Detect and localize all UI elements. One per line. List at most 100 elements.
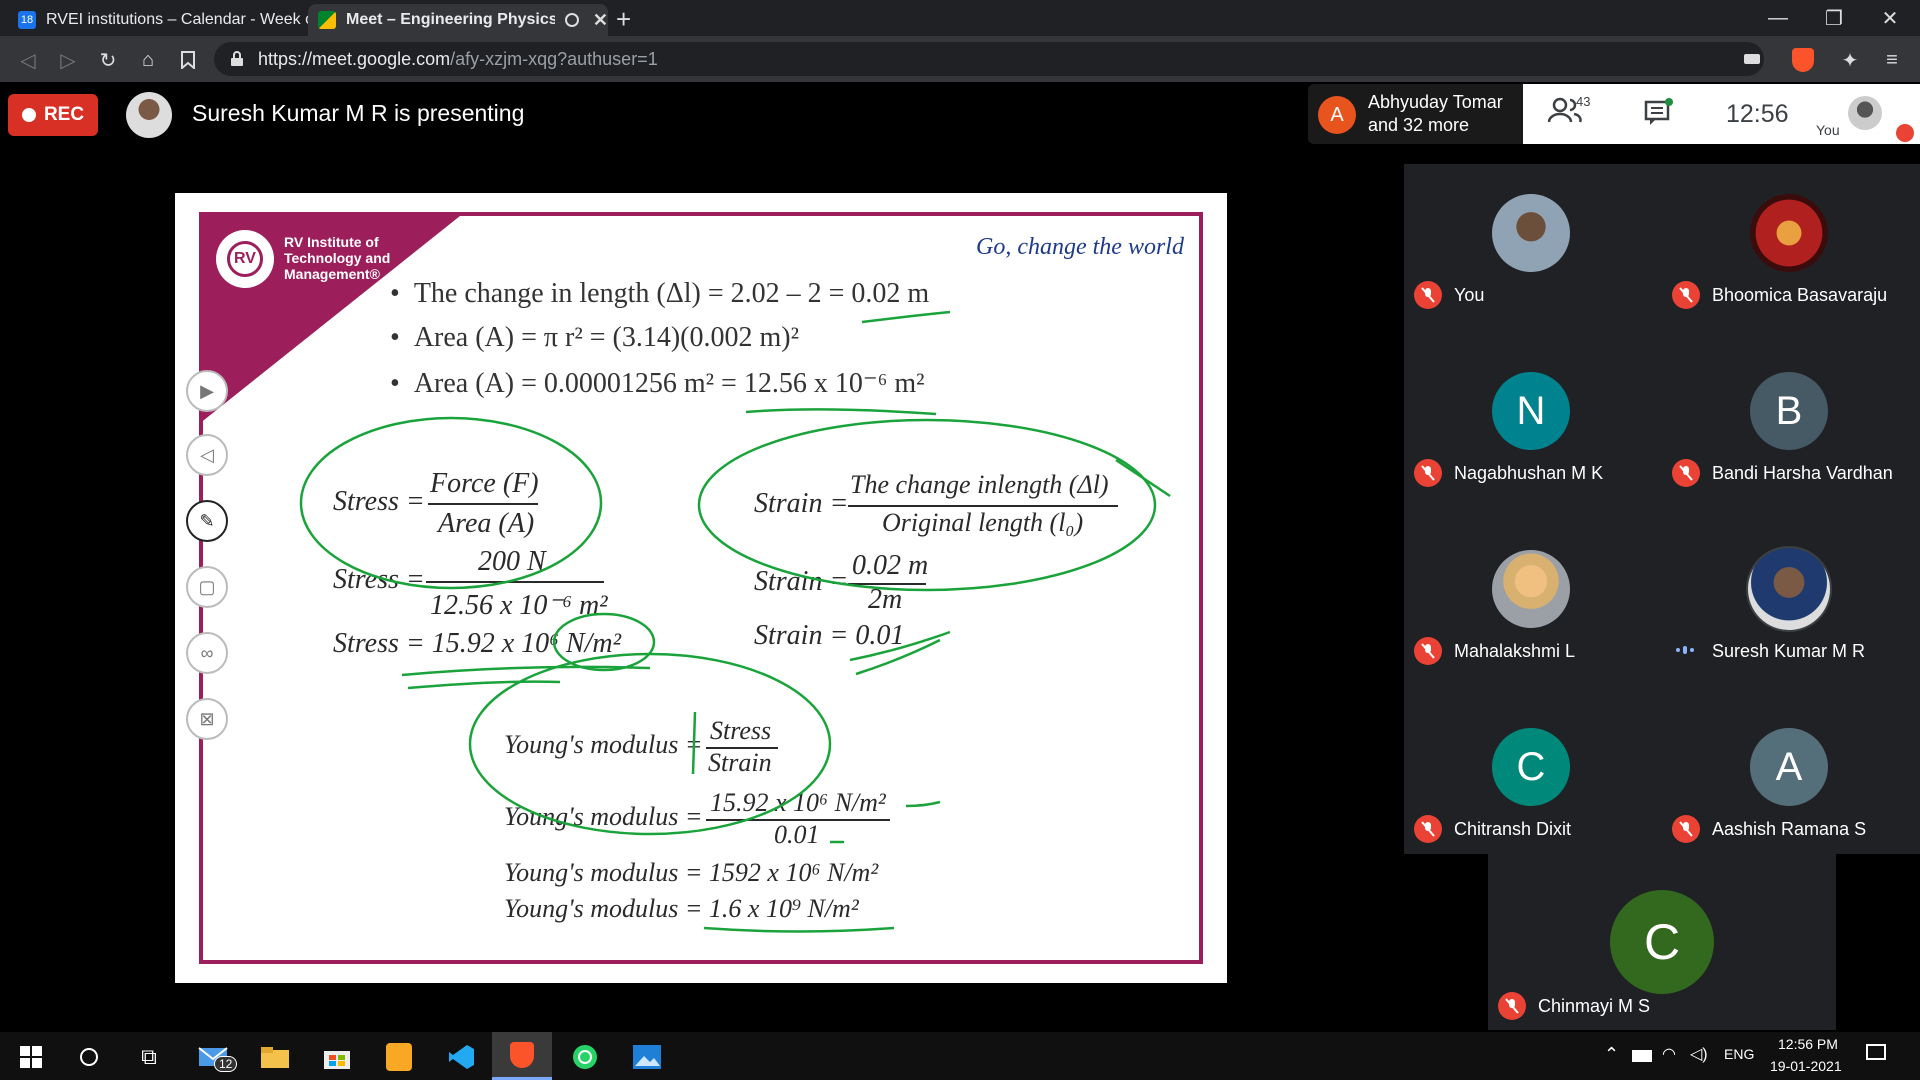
participant-name: Nagabhushan M K bbox=[1454, 463, 1604, 483]
search-icon bbox=[80, 1048, 98, 1066]
start-button[interactable] bbox=[14, 1040, 48, 1074]
presenter-avatar bbox=[126, 92, 172, 138]
brave-shield-icon[interactable] bbox=[1792, 48, 1814, 72]
wifi-icon[interactable]: ◠ bbox=[1662, 1044, 1676, 1064]
participant-name: Bandi Harsha Vardhan bbox=[1712, 463, 1893, 483]
meet-icon bbox=[318, 11, 336, 29]
search-button[interactable] bbox=[72, 1040, 106, 1074]
task-view-icon: ⧉ bbox=[141, 1044, 157, 1069]
mic-off-icon bbox=[1896, 124, 1914, 142]
tab-title: Meet – Engineering Physics A bbox=[346, 11, 555, 28]
participant-name: You bbox=[1454, 285, 1485, 305]
url-text: https://meet.google.com/afy-xzjm-xqg?aut… bbox=[258, 49, 658, 70]
tray-chevron-icon[interactable]: ⌃ bbox=[1604, 1044, 1619, 1065]
vscode-button[interactable] bbox=[444, 1040, 478, 1074]
participant-name: Mahalakshmi L bbox=[1454, 641, 1576, 661]
pointer-tool[interactable]: ▶ bbox=[186, 370, 228, 412]
level-bar bbox=[1683, 646, 1687, 654]
url-path: /afy-xzjm-xqg?authuser=1 bbox=[450, 48, 658, 69]
back-button[interactable]: ◁ bbox=[16, 48, 40, 72]
exit-icon: ⊠ bbox=[199, 708, 215, 729]
file-explorer-button[interactable] bbox=[258, 1040, 292, 1074]
tab-title: RVEI institutions – Calendar - Week of bbox=[46, 11, 308, 28]
participants-grid bbox=[1404, 164, 1920, 854]
play-icon: ▶ bbox=[200, 380, 214, 401]
pen-tool[interactable]: ✎ bbox=[186, 500, 228, 542]
participant-avatar: A bbox=[1750, 728, 1828, 806]
restore-button[interactable]: ❐ bbox=[1804, 0, 1864, 36]
minimize-button[interactable]: — bbox=[1748, 0, 1808, 36]
participant-name: Bhoomica Basavaraju bbox=[1712, 285, 1888, 305]
mail-button[interactable]: 12 bbox=[196, 1040, 238, 1074]
exit-tool[interactable]: ⊠ bbox=[186, 698, 228, 740]
stress-label-2: Stress = bbox=[333, 564, 425, 595]
notifications-icon[interactable] bbox=[1866, 1044, 1886, 1060]
address-bar[interactable]: https://meet.google.com/afy-xzjm-xqg?aut… bbox=[214, 42, 1764, 76]
stress-label: Stress = bbox=[333, 486, 425, 517]
whatsapp-icon bbox=[573, 1045, 597, 1069]
task-view-button[interactable]: ⧉ bbox=[132, 1040, 166, 1074]
home-button[interactable]: ⌂ bbox=[136, 48, 160, 72]
bullet-3: • Area (A) = 0.00001256 m² = 12.56 x 10⁻… bbox=[390, 368, 925, 399]
photos-icon bbox=[633, 1045, 661, 1069]
language-indicator[interactable]: ENG bbox=[1724, 1046, 1754, 1062]
calendar-icon: 18 bbox=[18, 11, 36, 29]
young-numerator: Stress bbox=[710, 716, 772, 745]
young2-numerator: 15.92 x 10⁶ N/m² bbox=[710, 788, 886, 817]
bullet-text: Area (A) = 0.00001256 m² = 12.56 x 10⁻⁶ … bbox=[413, 368, 925, 399]
participant-avatar bbox=[1492, 194, 1570, 272]
fraction-bar bbox=[426, 581, 604, 583]
chat-icon bbox=[1644, 98, 1673, 125]
volume-icon[interactable]: ◁) bbox=[1690, 1044, 1708, 1064]
institute-line: Technology and bbox=[284, 250, 391, 266]
taskbar-date[interactable]: 19-01-2021 bbox=[1770, 1058, 1842, 1074]
people-button[interactable]: 43 bbox=[1547, 94, 1608, 132]
bookmark-button[interactable] bbox=[176, 48, 200, 72]
tab-calendar[interactable]: 18 RVEI institutions – Calendar - Week o… bbox=[8, 4, 308, 36]
mic-off-icon bbox=[1498, 992, 1526, 1020]
brave-taskbar-button[interactable] bbox=[492, 1032, 552, 1080]
presenting-text: Suresh Kumar M R is presenting bbox=[192, 100, 525, 126]
store-button[interactable] bbox=[320, 1040, 354, 1074]
participant-name: Suresh Kumar M R bbox=[1712, 641, 1866, 661]
close-window-button[interactable]: ✕ bbox=[1860, 0, 1920, 36]
windows-icon bbox=[20, 1046, 42, 1068]
camera-icon[interactable] bbox=[1744, 54, 1760, 64]
whatsapp-button[interactable] bbox=[568, 1040, 602, 1074]
bookmark-icon bbox=[181, 51, 195, 69]
reload-button[interactable]: ↻ bbox=[96, 48, 120, 72]
battery-icon[interactable] bbox=[1632, 1050, 1652, 1062]
rv-logo: RV bbox=[216, 230, 274, 288]
bullet-text: The change in length (Δl) = 2.02 – 2 = 0… bbox=[413, 278, 930, 309]
participant-name: Chinmayi M S bbox=[1538, 996, 1651, 1016]
mic-off-icon bbox=[1672, 281, 1700, 309]
page-tool[interactable]: ▢ bbox=[186, 566, 228, 608]
prev-tool[interactable]: ◁ bbox=[186, 434, 228, 476]
new-tab-button[interactable]: + bbox=[616, 4, 631, 35]
taskbar-time[interactable]: 12:56 PM bbox=[1778, 1036, 1838, 1052]
young-result-2: Young's modulus = 1.6 x 10⁹ N/m² bbox=[504, 894, 859, 923]
chat-button[interactable] bbox=[1644, 98, 1674, 131]
menu-icon[interactable]: ≡ bbox=[1880, 48, 1904, 72]
folder-icon bbox=[261, 1047, 289, 1068]
page-icon: ▢ bbox=[198, 576, 216, 597]
level-bar bbox=[1690, 648, 1694, 652]
young-label: Young's modulus = bbox=[504, 730, 703, 759]
forward-button[interactable]: ▷ bbox=[56, 48, 80, 72]
extensions-icon[interactable]: ✦ bbox=[1838, 48, 1862, 72]
fraction-bar bbox=[848, 505, 1118, 507]
participant-avatar bbox=[1746, 546, 1832, 632]
participant-avatar: B bbox=[1750, 372, 1828, 450]
institute-line: Management® bbox=[284, 266, 380, 282]
participant-avatar: C bbox=[1492, 728, 1570, 806]
young-denominator: Strain bbox=[708, 748, 772, 777]
more-tool[interactable]: ∞ bbox=[186, 632, 228, 674]
sublime-button[interactable] bbox=[382, 1040, 416, 1074]
young-label-2: Young's modulus = bbox=[504, 802, 703, 831]
close-tab-icon[interactable]: ✕ bbox=[593, 10, 608, 31]
self-avatar[interactable] bbox=[1848, 96, 1882, 130]
tab-meet[interactable]: Meet – Engineering Physics A ✕ bbox=[308, 4, 608, 36]
photos-button[interactable] bbox=[630, 1040, 664, 1074]
level-bar bbox=[1676, 648, 1680, 652]
young2-denominator: 0.01 bbox=[774, 820, 820, 849]
